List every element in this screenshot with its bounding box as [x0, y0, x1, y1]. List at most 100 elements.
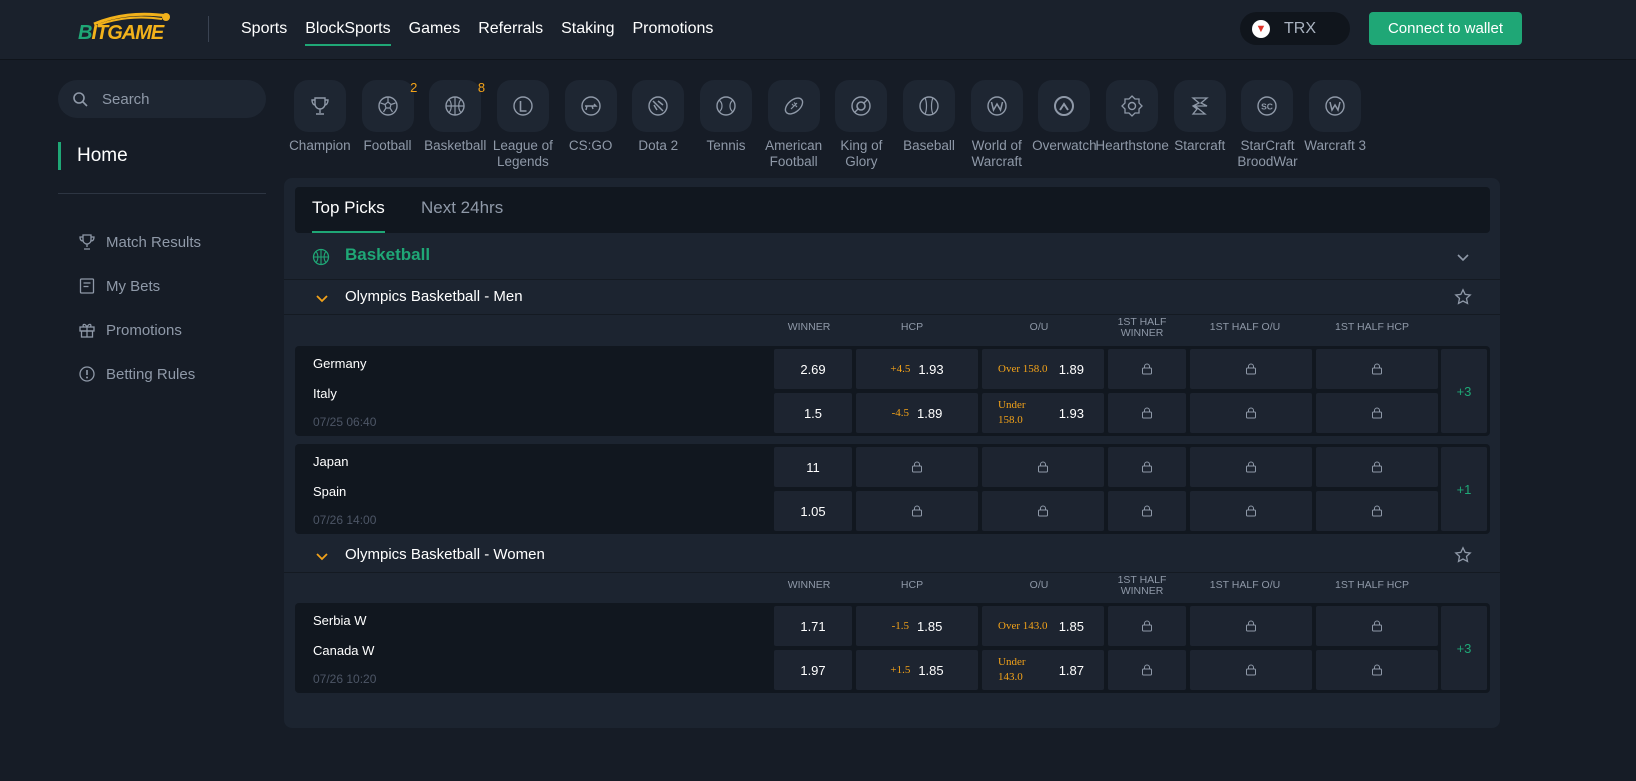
- category-champion[interactable]: Champion: [286, 80, 354, 170]
- league-of-legends-icon: [513, 96, 533, 116]
- nav-promotions[interactable]: Promotions: [623, 0, 722, 60]
- tab-top-picks[interactable]: Top Picks: [295, 187, 402, 233]
- tron-icon: ▼: [1252, 19, 1270, 38]
- currency-selector[interactable]: ▼ TRX: [1240, 12, 1350, 45]
- more-markets-button[interactable]: +3: [1441, 606, 1487, 690]
- sidebar-divider: [58, 193, 266, 194]
- lock-icon: [1246, 407, 1256, 419]
- category-king-of-glory[interactable]: King of Glory: [828, 80, 896, 170]
- sport-header[interactable]: Basketball: [284, 234, 1500, 280]
- locked-cell: [1316, 447, 1438, 487]
- odds-over[interactable]: Over 143.0 1.85: [982, 606, 1104, 646]
- star-icon[interactable]: [1454, 546, 1472, 564]
- league-header[interactable]: Olympics Basketball - Men: [284, 281, 1500, 315]
- odds-winner-away[interactable]: 1.5: [774, 393, 852, 433]
- category-world-of-warcraft[interactable]: World of Warcraft: [963, 80, 1031, 170]
- chevron-down-icon[interactable]: [315, 292, 329, 306]
- sidebar-item-label: Betting Rules: [106, 365, 196, 383]
- lock-icon: [912, 461, 922, 473]
- locked-cell: [1316, 393, 1438, 433]
- info-icon: [79, 366, 95, 382]
- logo-text: BITGAME: [78, 22, 164, 44]
- category-hearthstone[interactable]: Hearthstone: [1095, 80, 1169, 170]
- lock-icon: [1038, 461, 1048, 473]
- league-header[interactable]: Olympics Basketball - Women: [284, 539, 1500, 573]
- category-starcraft[interactable]: Starcraft: [1166, 80, 1234, 170]
- odds-hcp-home[interactable]: +4.5 1.93: [856, 349, 978, 389]
- category-csgo[interactable]: CS:GO: [557, 80, 625, 170]
- odds-winner-away[interactable]: 1.97: [774, 650, 852, 690]
- odds-hcp-home[interactable]: -1.5 1.85: [856, 606, 978, 646]
- home-team: Serbia W: [313, 613, 367, 628]
- category-american-football[interactable]: American Football: [760, 80, 828, 170]
- nav-divider: [208, 16, 209, 42]
- main-nav: Sports BlockSports Games Referrals Staki…: [232, 0, 722, 60]
- odds-over[interactable]: Over 158.0 1.89: [982, 349, 1104, 389]
- nav-games[interactable]: Games: [400, 0, 470, 60]
- league-name: Olympics Basketball - Men: [345, 288, 523, 305]
- category-warcraft-3[interactable]: Warcraft 3: [1301, 80, 1369, 170]
- locked-cell: [1316, 491, 1438, 531]
- locked-cell: [1190, 447, 1312, 487]
- category-starcraft-broodwar[interactable]: SC StarCraft BroodWar: [1234, 80, 1302, 170]
- currency-label: TRX: [1284, 19, 1316, 37]
- brand-logo[interactable]: BITGAME: [78, 12, 170, 46]
- category-baseball[interactable]: Baseball: [895, 80, 963, 170]
- more-markets-button[interactable]: +3: [1441, 349, 1487, 433]
- match-row: Japan Spain 07/26 14:00 11 1.05 +1: [295, 444, 1490, 534]
- odds-winner-home[interactable]: 1.71: [774, 606, 852, 646]
- odds-winner-home[interactable]: 11: [774, 447, 852, 487]
- nav-blocksports[interactable]: BlockSports: [296, 0, 399, 60]
- locked-cell: [1316, 650, 1438, 690]
- odds-hcp-away[interactable]: -4.5 1.89: [856, 393, 978, 433]
- category-football[interactable]: Football 2: [354, 80, 422, 170]
- search-input[interactable]: [102, 90, 252, 108]
- odds-winner-away[interactable]: 1.05: [774, 491, 852, 531]
- american-football-icon: [784, 97, 803, 115]
- nav-staking[interactable]: Staking: [552, 0, 623, 60]
- sport-categories: Champion Football 2 Basketball 8 League …: [286, 80, 1369, 170]
- sport-title: Basketball: [345, 245, 431, 264]
- lock-icon: [1246, 461, 1256, 473]
- sidebar-item-betting-rules[interactable]: Betting Rules: [78, 346, 201, 402]
- nav-referrals[interactable]: Referrals: [469, 0, 552, 60]
- column-header-ou: O/U: [1029, 579, 1049, 591]
- category-tennis[interactable]: Tennis: [692, 80, 760, 170]
- star-icon[interactable]: [1454, 288, 1472, 306]
- locked-cell: [1190, 393, 1312, 433]
- tab-next-24hrs[interactable]: Next 24hrs: [421, 187, 503, 233]
- locked-cell: [1190, 349, 1312, 389]
- column-header-half-winner: 1ST HALF WINNER: [1117, 574, 1167, 597]
- lock-icon: [1142, 664, 1152, 676]
- locked-cell: [1190, 606, 1312, 646]
- chevron-down-icon[interactable]: [1456, 250, 1470, 264]
- column-header-half-hcp: 1ST HALF HCP: [1335, 579, 1409, 591]
- category-dota-2[interactable]: Dota 2: [624, 80, 692, 170]
- sidebar-item-home[interactable]: Home: [58, 142, 128, 170]
- lock-icon: [1246, 505, 1256, 517]
- odds-under[interactable]: Under 158.0 1.93: [982, 393, 1104, 433]
- odds-hcp-away[interactable]: +1.5 1.85: [856, 650, 978, 690]
- lock-icon: [912, 505, 922, 517]
- category-league-of-legends[interactable]: League of Legends: [489, 80, 557, 170]
- trophy-icon: [79, 234, 95, 250]
- connect-wallet-button[interactable]: Connect to wallet: [1369, 12, 1522, 45]
- chevron-down-icon[interactable]: [315, 550, 329, 564]
- warcraft-3-icon: [1325, 96, 1345, 116]
- svg-text:SC: SC: [1262, 102, 1274, 112]
- locked-cell: [1190, 650, 1312, 690]
- odds-under[interactable]: Under 143.0 1.87: [982, 650, 1104, 690]
- tennis-ball-icon: [716, 96, 736, 116]
- category-overwatch[interactable]: Overwatch: [1031, 80, 1099, 170]
- locked-cell: [856, 491, 978, 531]
- more-markets-button[interactable]: +1: [1441, 447, 1487, 531]
- sidebar-item-label: My Bets: [106, 277, 161, 295]
- top-navbar: BITGAME Sports BlockSports Games Referra…: [0, 0, 1636, 60]
- home-team: Germany: [313, 356, 367, 371]
- nav-sports[interactable]: Sports: [232, 0, 296, 60]
- odds-winner-home[interactable]: 2.69: [774, 349, 852, 389]
- king-of-glory-icon: [851, 96, 872, 116]
- hearthstone-icon: [1121, 95, 1144, 117]
- category-basketball[interactable]: Basketball 8: [421, 80, 489, 170]
- lock-icon: [1372, 620, 1382, 632]
